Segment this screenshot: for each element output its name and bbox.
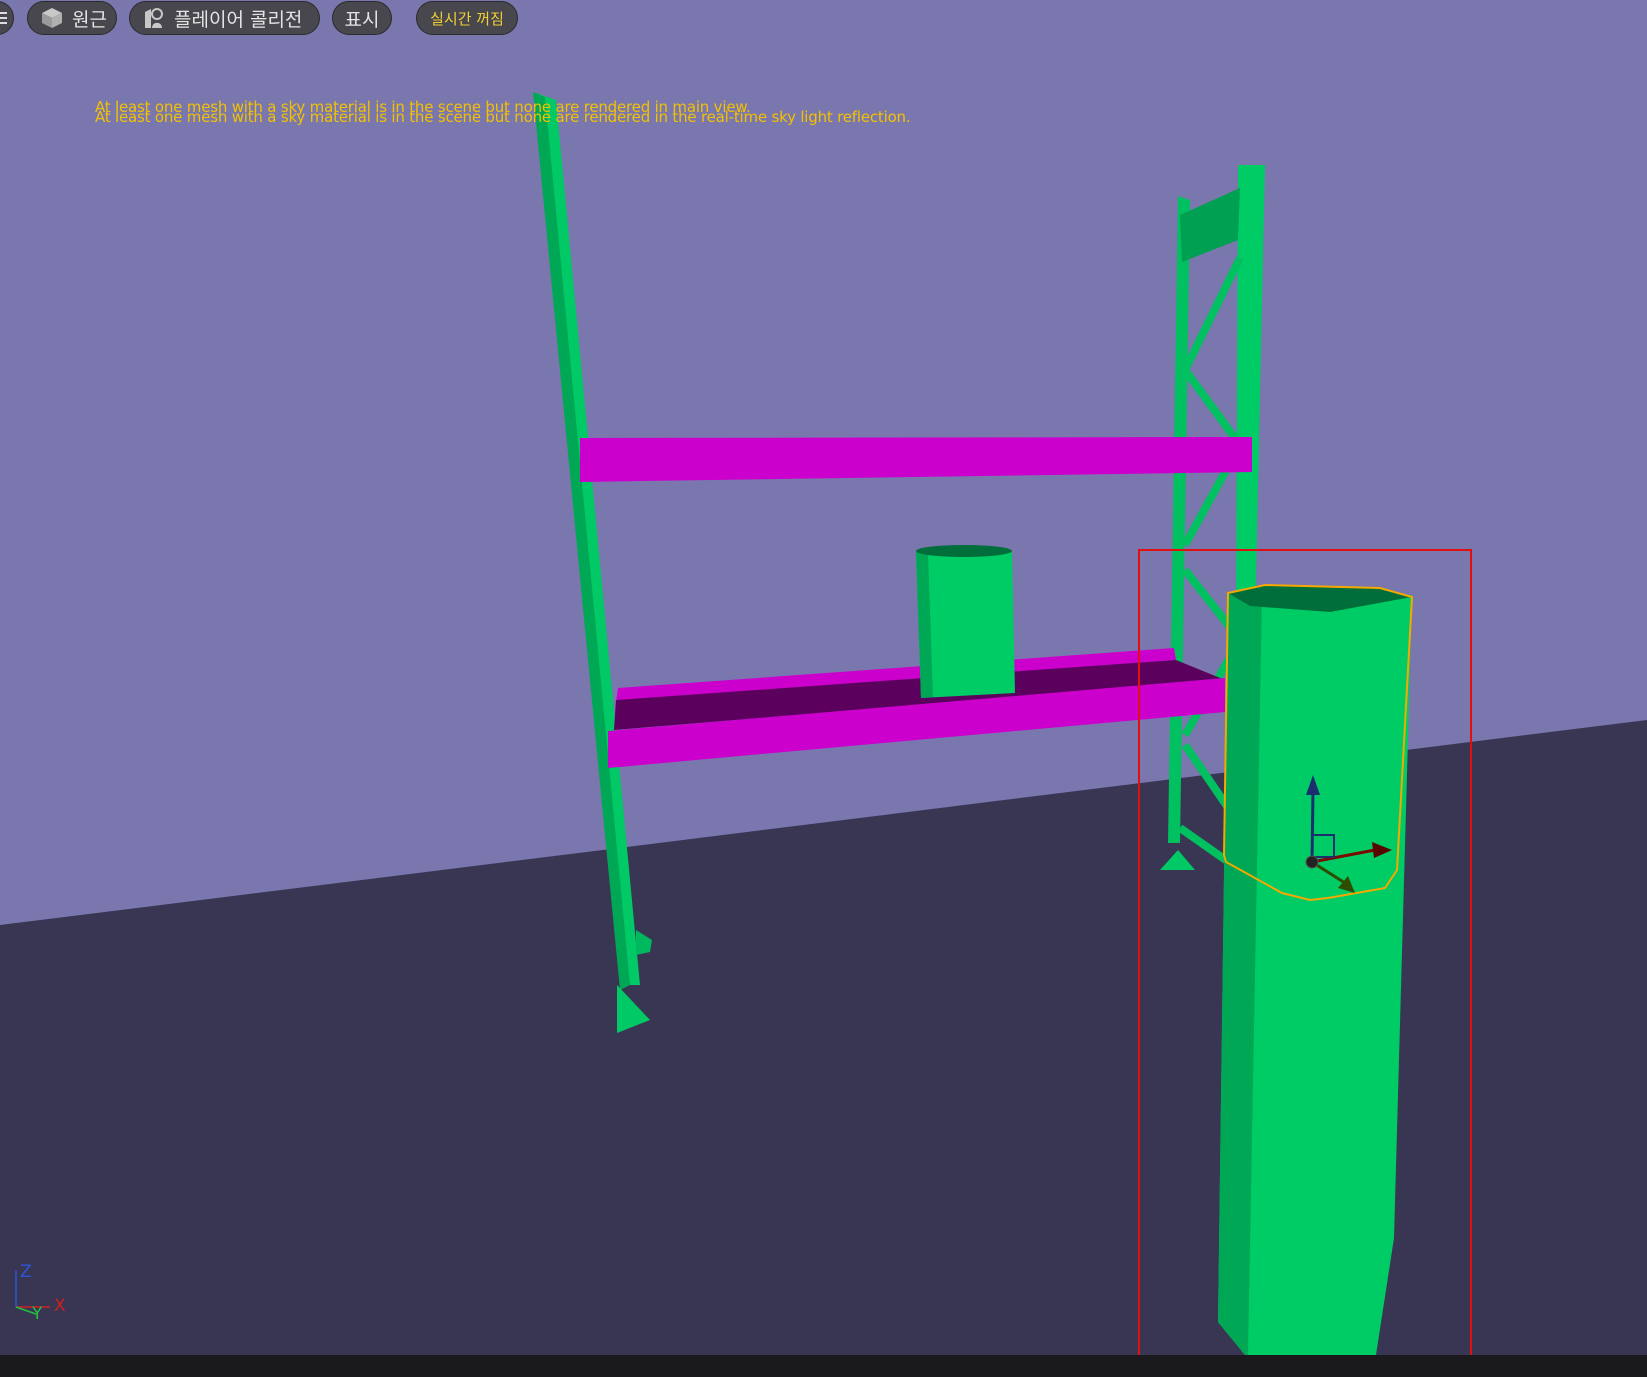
perspective-button[interactable]: 원근: [27, 1, 117, 35]
selected-cylinder[interactable]: [1218, 583, 1414, 1355]
realtime-off-button[interactable]: 실시간 꺼짐: [416, 1, 518, 35]
show-button[interactable]: 표시: [332, 1, 392, 35]
axis-x-label: X: [54, 1296, 66, 1316]
show-label: 표시: [344, 8, 380, 31]
perspective-label: 원근: [72, 8, 107, 31]
hamburger-icon: [0, 12, 7, 24]
viewport-menu-button[interactable]: [0, 1, 14, 35]
viewport-toolbar: 원근 플레이어 콜리전 표시 실시간 꺼짐: [0, 0, 1647, 38]
rack-upper-beam[interactable]: [580, 437, 1252, 482]
status-bar: [0, 1355, 1647, 1377]
viewport-warnings: At least one mesh with a sky material is…: [95, 100, 911, 126]
small-cylinder[interactable]: [916, 545, 1015, 698]
scene-render[interactable]: [0, 0, 1647, 1377]
collision-icon: [142, 6, 166, 30]
cube-icon: [40, 6, 64, 30]
axis-y-label: Y: [32, 1304, 43, 1324]
player-collision-label: 플레이어 콜리전: [174, 8, 303, 31]
level-viewport[interactable]: 원근 플레이어 콜리전 표시 실시간 꺼짐 At least one mesh …: [0, 0, 1647, 1377]
axis-z-label: Z: [20, 1262, 32, 1282]
axis-indicator: Z Y X: [10, 1262, 80, 1324]
rack-lower-shelf[interactable]: [608, 648, 1225, 768]
player-collision-button[interactable]: 플레이어 콜리전: [129, 1, 320, 35]
realtime-label: 실시간 꺼짐: [430, 9, 504, 28]
warning-sky-light: At least one mesh with a sky material is…: [95, 108, 911, 126]
